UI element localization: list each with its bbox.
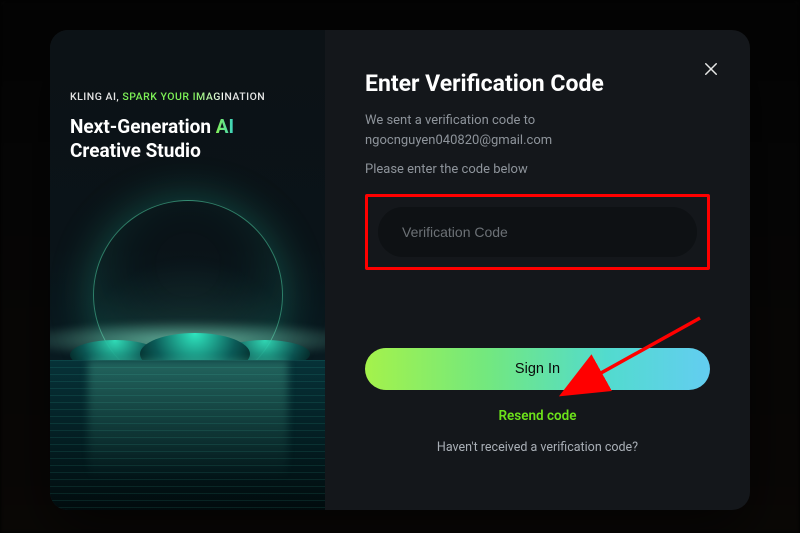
promo-headline: Next-Generation AI Creative Studio <box>70 115 305 163</box>
tagline-nation: NATION <box>224 90 265 103</box>
close-button[interactable] <box>700 58 722 80</box>
tagline: KLING AI, SPARK YOUR IMAGINATION <box>70 90 305 103</box>
resend-code-link[interactable]: Resend code <box>365 408 710 424</box>
promo-illustration <box>50 220 325 510</box>
headline-pre: Next-Generation <box>70 115 216 138</box>
input-highlight-annotation <box>365 194 710 270</box>
sent-text: We sent a verification code to <box>365 111 710 131</box>
verification-code-input[interactable] <box>378 207 697 257</box>
not-received-text: Haven't received a verification code? <box>365 440 710 455</box>
signin-modal: KLING AI, SPARK YOUR IMAGINATION Next-Ge… <box>50 30 750 510</box>
tagline-brand: KLING AI, <box>70 90 122 103</box>
close-icon <box>702 60 720 78</box>
headline-ai: AI <box>216 115 234 138</box>
signin-button[interactable]: Sign In <box>365 348 710 390</box>
prompt-text: Please enter the code below <box>365 160 710 180</box>
headline-post: Creative Studio <box>70 139 201 162</box>
spacer <box>365 270 710 348</box>
form-pane: Enter Verification Code We sent a verifi… <box>325 30 750 510</box>
recipient-email: ngocnguyen040820@gmail.com <box>365 131 710 151</box>
tagline-imagi: IMAGI <box>193 90 225 103</box>
tagline-spark: SPARK YOUR <box>122 90 192 103</box>
modal-title: Enter Verification Code <box>365 70 710 97</box>
promo-pane: KLING AI, SPARK YOUR IMAGINATION Next-Ge… <box>50 30 325 510</box>
